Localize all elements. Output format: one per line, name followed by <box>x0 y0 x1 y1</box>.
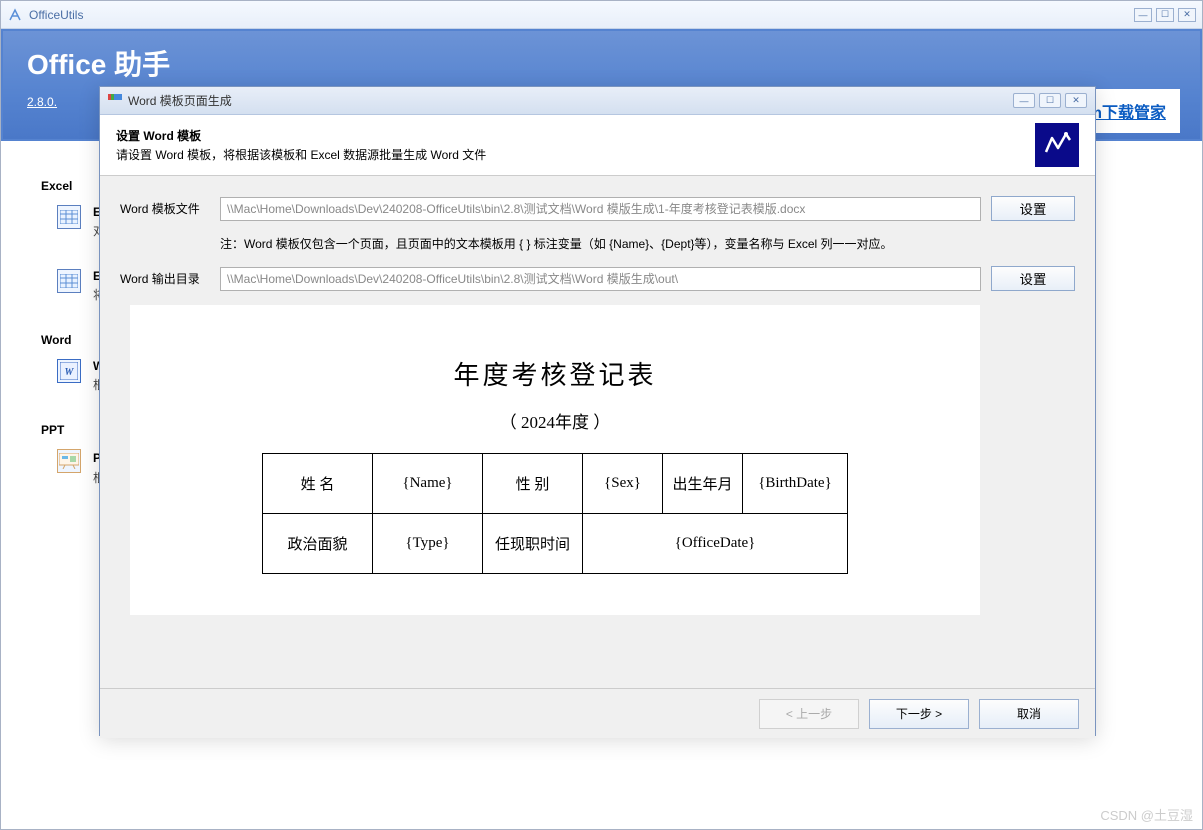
next-button[interactable]: 下一步 > <box>869 699 969 729</box>
dialog-icon <box>108 94 122 108</box>
cell-value: {BirthDate} <box>743 454 848 514</box>
template-set-button[interactable]: 设置 <box>991 196 1075 221</box>
dialog-body: Word 模板文件 设置 注：Word 模板仅包含一个页面，且页面中的文本模板用… <box>100 176 1095 688</box>
template-file-input[interactable] <box>220 197 981 221</box>
close-button[interactable]: ✕ <box>1178 8 1196 22</box>
version-link[interactable]: 2.8.0. <box>27 95 57 109</box>
main-titlebar[interactable]: OfficeUtils — ☐ ✕ <box>1 1 1202 29</box>
cell-label: 性 别 <box>483 454 583 514</box>
table-row: 政治面貌 {Type} 任现职时间 {OfficeDate} <box>263 514 848 574</box>
preview-subtitle: （ 2024年度 ） <box>130 408 980 433</box>
main-window-title: OfficeUtils <box>29 8 1134 22</box>
dialog-header-title: 设置 Word 模板 <box>116 127 1035 144</box>
template-file-row: Word 模板文件 设置 <box>120 196 1075 221</box>
output-dir-label: Word 输出目录 <box>120 270 220 287</box>
prev-button: < 上一步 <box>759 699 859 729</box>
cell-label: 姓 名 <box>263 454 373 514</box>
dialog-header: 设置 Word 模板 请设置 Word 模板，将根据该模板和 Excel 数据源… <box>100 115 1095 176</box>
preview-title: 年度考核登记表 <box>130 355 980 392</box>
cell-value: {Type} <box>373 514 483 574</box>
template-note: 注：Word 模板仅包含一个页面，且页面中的文本模板用 { } 标注变量（如 {… <box>220 235 1075 252</box>
minimize-button[interactable]: — <box>1134 8 1152 22</box>
dialog-close-button[interactable]: ✕ <box>1065 93 1087 108</box>
main-window-controls: — ☐ ✕ <box>1134 8 1196 22</box>
template-file-label: Word 模板文件 <box>120 200 220 217</box>
ppt-icon <box>57 449 81 473</box>
svg-text:W: W <box>65 367 75 378</box>
excel-icon <box>57 269 81 293</box>
word-template-dialog: Word 模板页面生成 — ☐ ✕ 设置 Word 模板 请设置 Word 模板… <box>99 86 1096 736</box>
cell-label: 政治面貌 <box>263 514 373 574</box>
dialog-titlebar[interactable]: Word 模板页面生成 — ☐ ✕ <box>100 87 1095 115</box>
banner-title: Office 助手 <box>27 43 1176 83</box>
dialog-window-controls: — ☐ ✕ <box>1013 93 1087 108</box>
cancel-button[interactable]: 取消 <box>979 699 1079 729</box>
maximize-button[interactable]: ☐ <box>1156 8 1174 22</box>
dialog-header-subtitle: 请设置 Word 模板，将根据该模板和 Excel 数据源批量生成 Word 文… <box>116 146 1035 163</box>
dialog-maximize-button[interactable]: ☐ <box>1039 93 1061 108</box>
cell-value: {Sex} <box>583 454 663 514</box>
table-row: 姓 名 {Name} 性 别 {Sex} 出生年月 {BirthDate} <box>263 454 848 514</box>
cell-value: {Name} <box>373 454 483 514</box>
output-set-button[interactable]: 设置 <box>991 266 1075 291</box>
preview-table: 姓 名 {Name} 性 别 {Sex} 出生年月 {BirthDate} 政治… <box>262 453 848 574</box>
header-logo-icon <box>1035 123 1079 167</box>
output-dir-row: Word 输出目录 设置 <box>120 266 1075 291</box>
cell-label: 出生年月 <box>663 454 743 514</box>
dialog-footer: < 上一步 下一步 > 取消 <box>100 688 1095 738</box>
dialog-minimize-button[interactable]: — <box>1013 93 1035 108</box>
dialog-title: Word 模板页面生成 <box>128 92 1013 109</box>
watermark: CSDN @土豆湿 <box>1100 805 1193 824</box>
template-preview: 年度考核登记表 （ 2024年度 ） 姓 名 {Name} 性 别 {Sex} … <box>130 305 980 615</box>
cell-value: {OfficeDate} <box>583 514 848 574</box>
word-icon: W <box>57 359 81 383</box>
cell-label: 任现职时间 <box>483 514 583 574</box>
excel-icon <box>57 205 81 229</box>
output-dir-input[interactable] <box>220 267 981 291</box>
app-icon <box>7 7 23 23</box>
